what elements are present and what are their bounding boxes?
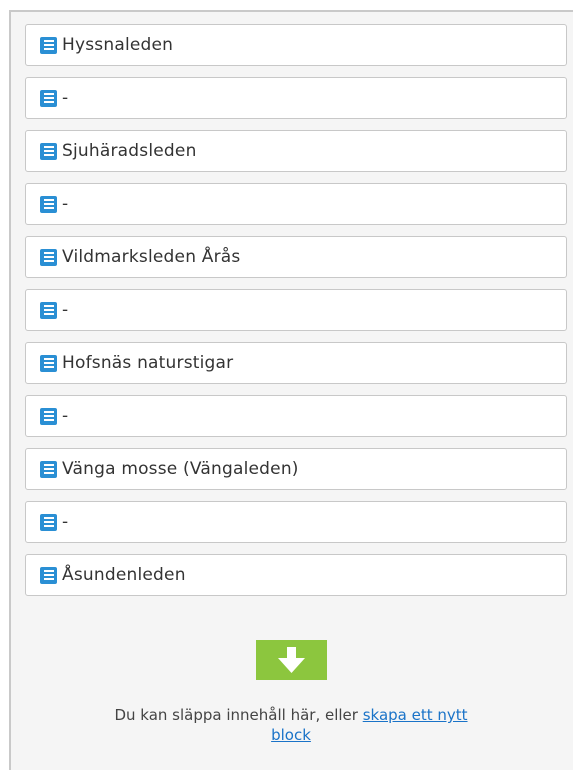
- block-item-separator[interactable]: -: [25, 289, 567, 331]
- block-label: Hyssnaleden: [62, 35, 174, 55]
- block-item-vanga-mosse[interactable]: Vänga mosse (Vängaleden): [25, 448, 567, 490]
- block-label: Vänga mosse (Vängaleden): [62, 459, 299, 479]
- block-label: Hofsnäs naturstigar: [62, 353, 234, 373]
- block-label: Åsundenleden: [62, 565, 186, 585]
- block-icon: [40, 513, 57, 531]
- block-label: -: [62, 406, 69, 426]
- drop-zone-text: Du kan släppa innehåll här, eller skapa …: [9, 705, 573, 745]
- drop-zone-message: Du kan släppa innehåll här, eller: [114, 706, 363, 724]
- block-icon: [40, 301, 57, 319]
- block-label: -: [62, 300, 69, 320]
- block-icon: [40, 460, 57, 478]
- block-item-separator[interactable]: -: [25, 183, 567, 225]
- block-item-separator[interactable]: -: [25, 501, 567, 543]
- block-label: -: [62, 88, 69, 108]
- drop-zone[interactable]: Du kan släppa innehåll här, eller skapa …: [9, 640, 573, 745]
- block-label: -: [62, 194, 69, 214]
- block-icon: [40, 354, 57, 372]
- block-item-vildmarksleden-aras[interactable]: Vildmarksleden Årås: [25, 236, 567, 278]
- block-icon: [40, 142, 57, 160]
- block-item-sjuharadsleden[interactable]: Sjuhäradsleden: [25, 130, 567, 172]
- block-label: Sjuhäradsleden: [62, 141, 197, 161]
- block-item-separator[interactable]: -: [25, 77, 567, 119]
- block-icon: [40, 566, 57, 584]
- block-icon: [40, 248, 57, 266]
- block-icon: [40, 36, 57, 54]
- block-item-hyssnaleden[interactable]: Hyssnaleden: [25, 24, 567, 66]
- block-item-asundenleden[interactable]: Åsundenleden: [25, 554, 567, 596]
- block-label: Vildmarksleden Årås: [62, 247, 241, 267]
- block-list: Hyssnaleden - Sjuhäradsleden - Vildmarks…: [25, 24, 567, 607]
- block-icon: [40, 89, 57, 107]
- block-icon: [40, 195, 57, 213]
- block-icon: [40, 407, 57, 425]
- block-item-separator[interactable]: -: [25, 395, 567, 437]
- arrow-down-icon[interactable]: [255, 640, 327, 680]
- block-item-hofsnas-naturstigar[interactable]: Hofsnäs naturstigar: [25, 342, 567, 384]
- block-label: -: [62, 512, 69, 532]
